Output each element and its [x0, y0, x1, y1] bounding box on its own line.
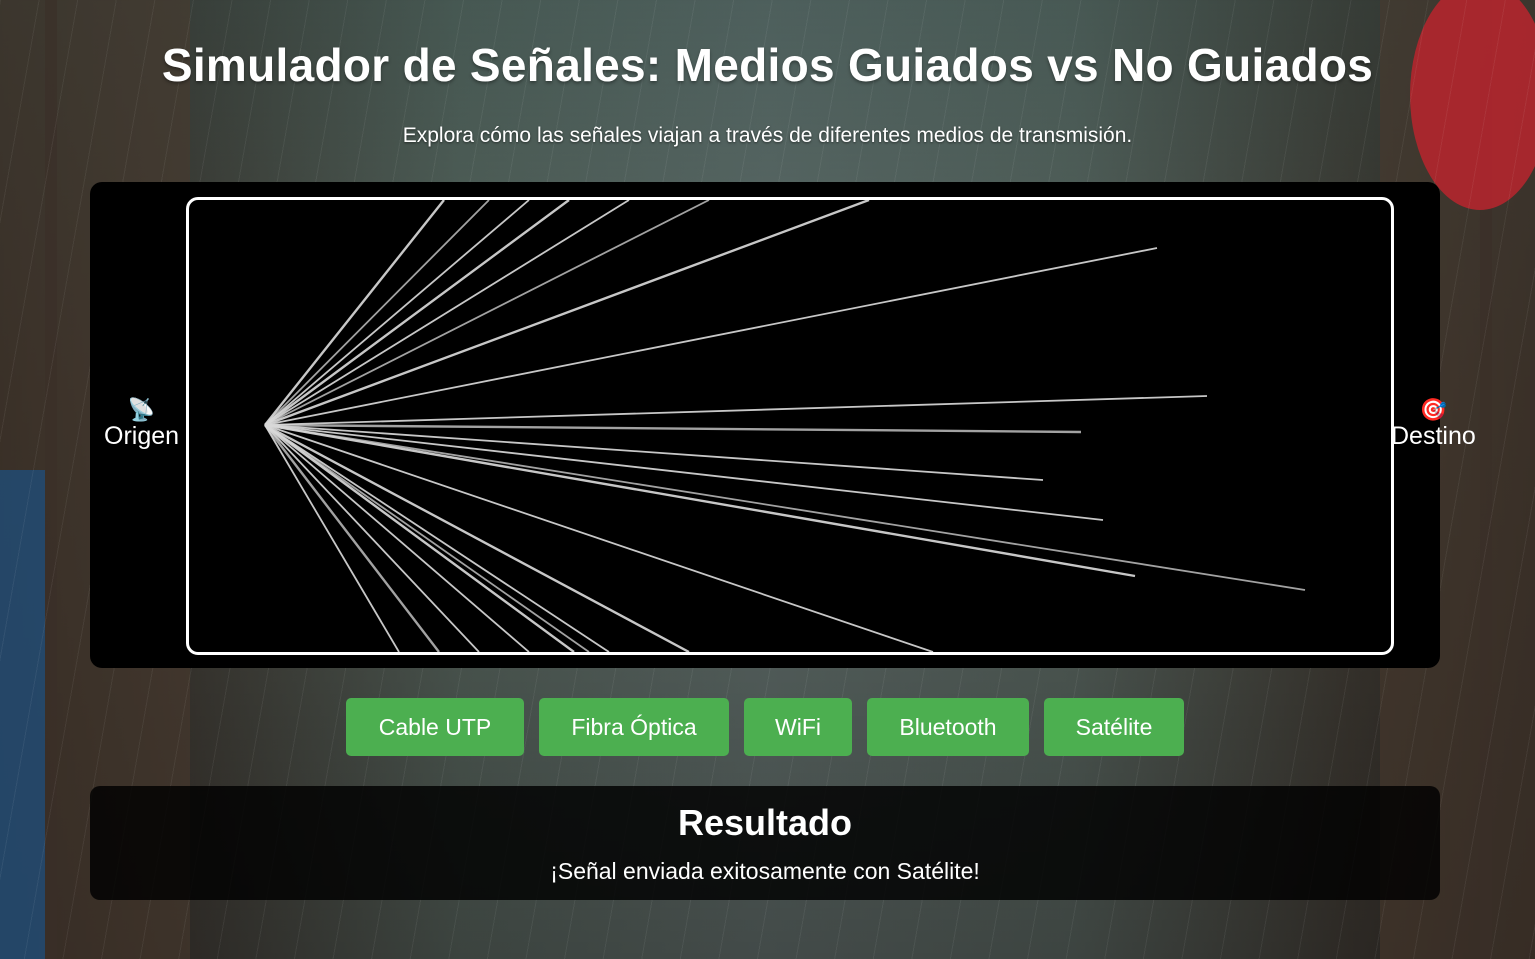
- signal-ray: [264, 424, 934, 652]
- wifi-button[interactable]: WiFi: [744, 698, 852, 756]
- signal-canvas: [186, 197, 1394, 655]
- origin-label: Origen: [104, 422, 180, 450]
- page-subtitle: Explora cómo las señales viajan a través…: [402, 124, 1133, 147]
- signal-ray: [264, 424, 530, 652]
- media-button-bar: Cable UTP Fibra Óptica WiFi Bluetooth Sa…: [0, 698, 1535, 756]
- destination-label: Destino: [1391, 422, 1476, 450]
- bluetooth-button[interactable]: Bluetooth: [867, 698, 1029, 756]
- result-panel: Resultado ¡Señal enviada exitosamente co…: [90, 786, 1440, 900]
- signal-ray: [264, 395, 1208, 426]
- fibra-optica-button[interactable]: Fibra Óptica: [539, 698, 729, 756]
- signal-ray: [264, 424, 590, 652]
- signal-ray: [264, 200, 710, 426]
- satelite-button[interactable]: Satélite: [1044, 698, 1184, 756]
- signal-ray: [264, 424, 1104, 521]
- signal-ray: [264, 424, 400, 652]
- signal-ray: [264, 424, 480, 652]
- cable-utp-button[interactable]: Cable UTP: [346, 698, 524, 756]
- signal-ray: [264, 423, 1136, 578]
- signal-rays: [264, 200, 1306, 652]
- signal-ray: [264, 423, 1082, 434]
- signal-ray: [264, 424, 1044, 481]
- signal-ray: [264, 200, 530, 426]
- page-title: Simulador de Señales: Medios Guiados vs …: [161, 39, 1374, 91]
- destination-node: 🎯 Destino: [1391, 398, 1476, 451]
- satellite-antenna-icon: 📡: [127, 397, 156, 422]
- signal-ray: [264, 247, 1158, 426]
- signal-ray: [264, 200, 630, 426]
- target-icon: 🎯: [1419, 397, 1448, 422]
- signal-ray: [264, 424, 575, 652]
- origin-node: 📡 Origen: [104, 398, 179, 451]
- signal-ray: [264, 424, 440, 652]
- result-title: Resultado: [677, 802, 853, 843]
- signal-ray: [264, 200, 490, 426]
- result-message: ¡Señal enviada exitosamente con Satélite…: [550, 858, 980, 884]
